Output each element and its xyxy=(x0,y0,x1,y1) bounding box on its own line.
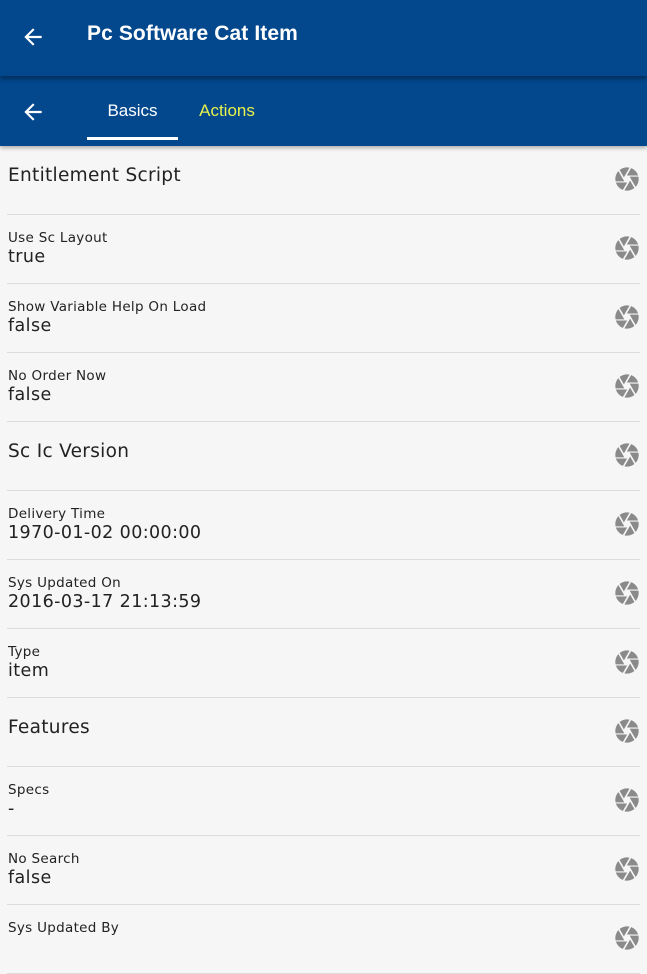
field-label: Delivery Time xyxy=(8,506,106,522)
field-list: Entitlement Script Use Sc Layout true Sho… xyxy=(0,146,647,974)
field-label: Sys Updated On xyxy=(8,575,122,591)
field-value: - xyxy=(8,799,15,819)
section-header-label: Sc Ic Version xyxy=(8,441,130,462)
section-header-row[interactable]: Sc Ic Version xyxy=(0,422,647,491)
field-row[interactable]: Delivery Time 1970-01-02 00:00:00 xyxy=(0,491,647,560)
field-row[interactable]: No Order Now false xyxy=(0,353,647,422)
field-label: Type xyxy=(8,644,41,660)
field-label: Show Variable Help On Load xyxy=(8,299,207,315)
section-header-row[interactable]: Entitlement Script xyxy=(0,146,647,215)
aperture-icon[interactable] xyxy=(613,579,641,607)
field-row[interactable]: Sys Updated On 2016-03-17 21:13:59 xyxy=(0,560,647,629)
field-value: false xyxy=(8,868,52,888)
field-label: No Search xyxy=(8,851,80,867)
section-header-label: Entitlement Script xyxy=(8,165,181,186)
aperture-icon[interactable] xyxy=(613,441,641,469)
aperture-icon[interactable] xyxy=(613,855,641,883)
field-row[interactable]: Specs - xyxy=(0,767,647,836)
aperture-icon[interactable] xyxy=(613,234,641,262)
aperture-icon[interactable] xyxy=(613,717,641,745)
field-value: 2016-03-17 21:13:59 xyxy=(8,592,202,612)
tab-bar: Basics Actions xyxy=(0,76,647,146)
field-value: false xyxy=(8,316,52,336)
field-row[interactable]: Show Variable Help On Load false xyxy=(0,284,647,353)
field-value: false xyxy=(8,385,52,405)
aperture-icon[interactable] xyxy=(613,648,641,676)
aperture-icon[interactable] xyxy=(613,165,641,193)
field-value: true xyxy=(8,247,46,267)
field-label: Sys Updated By xyxy=(8,920,120,936)
field-row[interactable]: Use Sc Layout true xyxy=(0,215,647,284)
tab-basics[interactable]: Basics xyxy=(87,76,178,142)
section-header-row[interactable]: Features xyxy=(0,698,647,767)
app-bar: Pc Software Cat Item xyxy=(0,0,647,76)
field-label: Use Sc Layout xyxy=(8,230,108,246)
field-row[interactable]: Sys Updated By xyxy=(0,905,647,974)
tab-actions[interactable]: Actions xyxy=(185,76,269,142)
field-row[interactable]: No Search false xyxy=(0,836,647,905)
aperture-icon[interactable] xyxy=(613,372,641,400)
aperture-icon[interactable] xyxy=(613,303,641,331)
aperture-icon[interactable] xyxy=(613,786,641,814)
aperture-icon[interactable] xyxy=(613,510,641,538)
arrow-left-icon[interactable] xyxy=(20,24,46,50)
field-row[interactable]: Type item xyxy=(0,629,647,698)
page-title: Pc Software Cat Item xyxy=(87,22,298,45)
arrow-left-icon[interactable] xyxy=(20,99,46,125)
selected-tab-indicator xyxy=(87,137,178,140)
field-value: 1970-01-02 00:00:00 xyxy=(8,523,202,543)
field-value: item xyxy=(8,661,50,681)
aperture-icon[interactable] xyxy=(613,924,641,952)
field-label: No Order Now xyxy=(8,368,107,384)
field-label: Specs xyxy=(8,782,50,798)
section-header-label: Features xyxy=(8,717,90,738)
